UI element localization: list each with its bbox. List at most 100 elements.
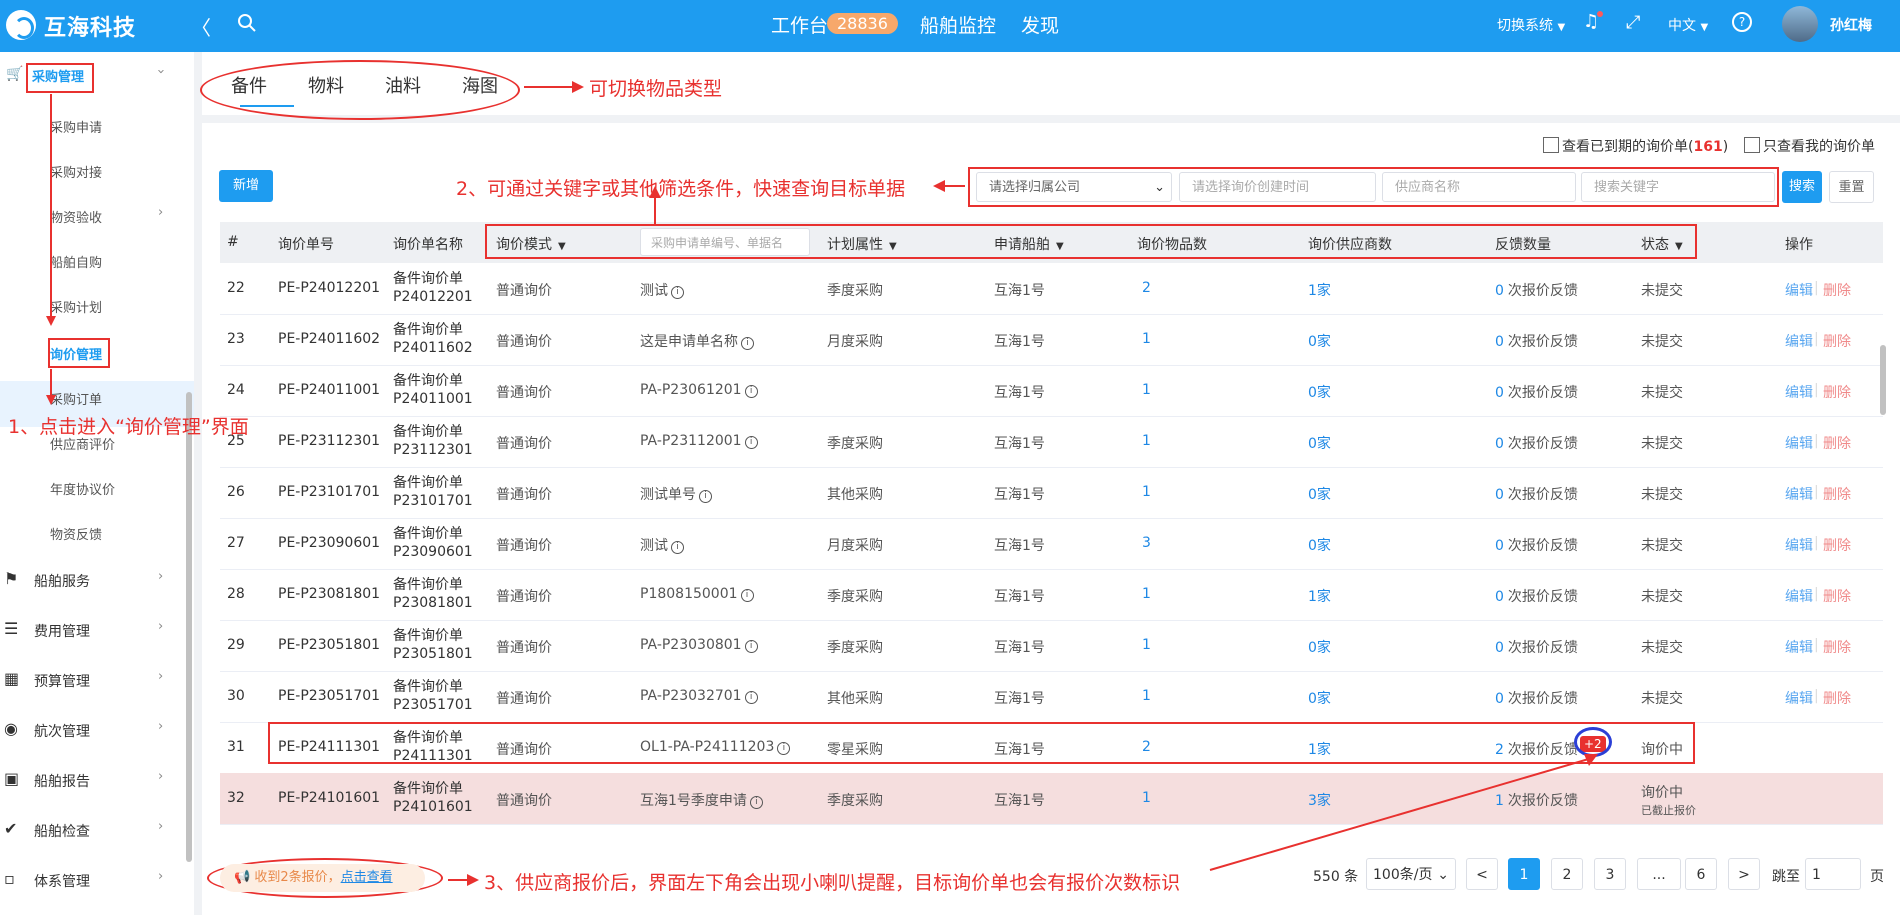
page-button[interactable]: 3 [1594,858,1626,890]
supplier-count[interactable]: 0家 [1308,535,1331,555]
edit-link[interactable]: 编辑 [1785,433,1813,453]
info-icon[interactable]: i [741,337,754,350]
prev-page-button[interactable]: < [1466,858,1498,890]
page-ellipsis[interactable]: ... [1637,858,1681,890]
supplier-count[interactable]: 0家 [1308,433,1331,453]
my-inquiry-checkbox[interactable]: 只查看我的询价单 [1744,136,1875,156]
sidebar-group-voyage[interactable]: 航次管理 [34,721,90,741]
feedback-number[interactable]: 0 [1495,436,1504,452]
edit-link[interactable]: 编辑 [1785,331,1813,351]
sidebar-group-cost[interactable]: 费用管理 [34,621,90,641]
delete-link[interactable]: 删除 [1823,586,1851,606]
edit-link[interactable]: 编辑 [1785,382,1813,402]
item-count[interactable]: 1 [1142,331,1151,347]
edit-link[interactable]: 编辑 [1785,535,1813,555]
item-count[interactable]: 1 [1142,586,1151,602]
help-icon[interactable]: ? [1732,12,1752,32]
sidebar-group-ship-report[interactable]: 船舶报告 [34,771,90,791]
sidebar-group-budget[interactable]: 预算管理 [34,671,90,691]
feedback-number[interactable]: 0 [1495,538,1504,554]
sidebar-item-ship-self-purchase[interactable]: 船舶自购 [50,252,102,271]
feedback-number[interactable]: 0 [1495,691,1504,707]
sidebar-item-annual-price[interactable]: 年度协议价 [50,479,115,498]
notification-view-link[interactable]: 点击查看 [341,870,393,885]
info-icon[interactable]: i [671,541,684,554]
info-icon[interactable]: i [749,796,763,809]
feedback-number[interactable]: 0 [1495,283,1504,299]
feedback-number[interactable]: 0 [1495,589,1504,605]
item-count[interactable]: 1 [1142,382,1151,398]
page-button[interactable]: 6 [1685,858,1717,890]
avatar[interactable] [1782,6,1818,42]
delete-link[interactable]: 删除 [1823,280,1851,300]
info-icon[interactable]: i [740,589,754,602]
sidebar-item-material-feedback[interactable]: 物资反馈 [50,524,102,543]
feedback-number[interactable]: 0 [1495,334,1504,350]
sidebar-group-ship-service[interactable]: 船舶服务 [34,571,90,591]
fullscreen-icon[interactable]: ⤢ [1626,12,1640,33]
item-count[interactable]: 1 [1142,790,1151,806]
sidebar-scrollbar[interactable] [186,392,192,862]
user-name[interactable]: 孙红梅 [1830,15,1872,35]
info-icon[interactable]: i [671,286,684,299]
delete-link[interactable]: 删除 [1823,637,1851,657]
new-button[interactable]: 新增 [219,170,273,202]
delete-link[interactable]: 删除 [1823,331,1851,351]
edit-link[interactable]: 编辑 [1785,637,1813,657]
supplier-count[interactable]: 0家 [1308,688,1331,708]
item-count[interactable]: 1 [1142,637,1151,653]
supplier-count[interactable]: 0家 [1308,382,1331,402]
edit-link[interactable]: 编辑 [1785,586,1813,606]
delete-link[interactable]: 删除 [1823,382,1851,402]
info-icon[interactable]: i [699,490,712,503]
feedback-number[interactable]: 0 [1495,640,1504,656]
item-count[interactable]: 3 [1142,535,1151,551]
item-count[interactable]: 1 [1142,433,1151,449]
edit-link[interactable]: 编辑 [1785,484,1813,504]
page-button[interactable]: 1 [1508,858,1540,890]
delete-link[interactable]: 删除 [1823,535,1851,555]
info-icon[interactable]: i [744,436,758,449]
nav-workbench[interactable]: 工作台 [771,11,828,38]
expired-inquiry-checkbox[interactable]: 查看已到期的询价单(161) [1543,136,1728,156]
sidebar-item-purchase-request[interactable]: 采购申请 [50,117,102,136]
page-button[interactable]: 2 [1551,858,1583,890]
info-icon[interactable]: i [744,385,758,398]
switch-system-dropdown[interactable]: 切换系统 ▼ [1497,15,1565,35]
sidebar-item-purchase-plan[interactable]: 采购计划 [50,297,102,316]
sidebar-item-purchase-order[interactable]: 采购订单 [50,389,102,408]
sidebar-group-system[interactable]: 体系管理 [34,871,90,891]
feedback-number[interactable]: 0 [1495,487,1504,503]
item-count[interactable]: 1 [1142,484,1151,500]
sidebar-item-acceptance[interactable]: 物资验收 [50,207,102,226]
info-icon[interactable]: i [744,640,758,653]
sidebar-item-purchase-docking[interactable]: 采购对接 [50,162,102,181]
table-scrollbar[interactable] [1880,345,1886,415]
sidebar-group-ship-inspection[interactable]: 船舶检查 [34,821,90,841]
supplier-count[interactable]: 1家 [1308,586,1331,606]
supplier-count[interactable]: 0家 [1308,637,1331,657]
reset-button[interactable]: 重置 [1829,171,1874,203]
nav-vessel-monitor[interactable]: 船舶监控 [920,11,996,38]
item-count[interactable]: 1 [1142,688,1151,704]
supplier-count[interactable]: 1家 [1308,280,1331,300]
edit-link[interactable]: 编辑 [1785,280,1813,300]
feedback-number[interactable]: 0 [1495,385,1504,401]
page-size-select[interactable]: 100条/页 ⌄ [1366,858,1456,890]
language-dropdown[interactable]: 中文 ▼ [1668,15,1708,35]
jump-page-input[interactable]: 1 [1805,858,1861,890]
delete-link[interactable]: 删除 [1823,688,1851,708]
item-count[interactable]: 2 [1142,280,1151,296]
delete-link[interactable]: 删除 [1823,433,1851,453]
nav-discover[interactable]: 发现 [1021,11,1059,38]
supplier-count[interactable]: 0家 [1308,484,1331,504]
back-circle-icon[interactable]: 〈 [191,12,211,41]
delete-link[interactable]: 删除 [1823,484,1851,504]
quote-notification[interactable]: 📢 收到2条报价，点击查看 [220,864,425,892]
search-button[interactable]: 搜索 [1782,171,1822,203]
info-icon[interactable]: i [744,691,758,704]
supplier-count[interactable]: 0家 [1308,331,1331,351]
search-icon[interactable] [237,13,257,33]
edit-link[interactable]: 编辑 [1785,688,1813,708]
next-page-button[interactable]: > [1728,858,1760,890]
